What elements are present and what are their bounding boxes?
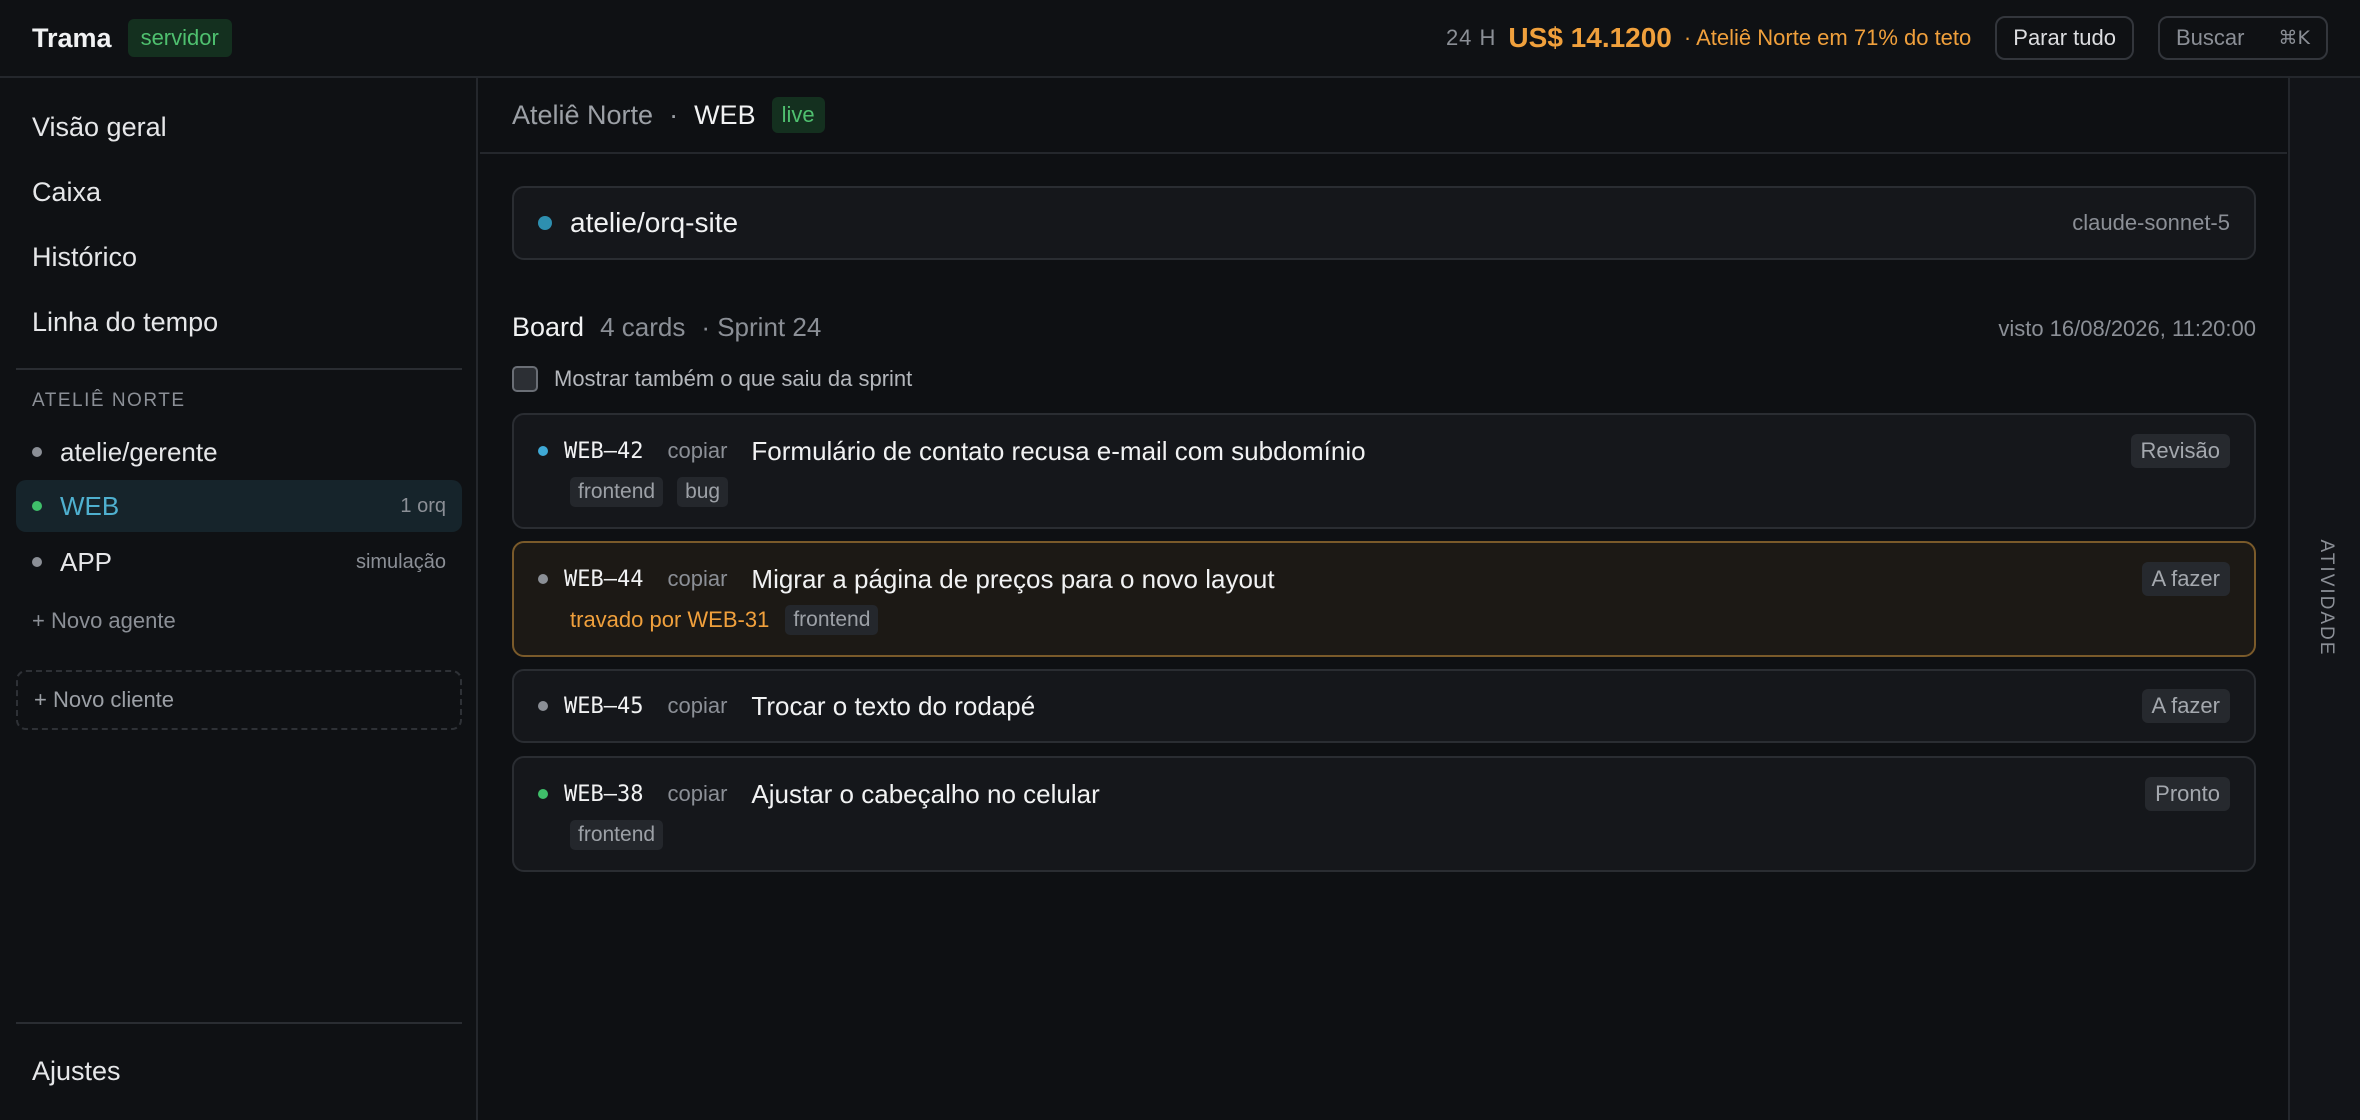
card-status-badge: A fazer (2141, 562, 2230, 596)
top-bar: Trama servidor 24 H US$ 14.1200 · Ateliê… (0, 0, 2360, 78)
card-tag: frontend (570, 477, 664, 507)
card-id: WEB–45 (564, 693, 644, 719)
copy-id-button[interactable]: copiar (667, 566, 727, 592)
breadcrumb-current: WEB (694, 99, 756, 130)
card-status-dot (538, 574, 548, 584)
card-header-row: WEB–38 copiar Ajustar o cabeçalho no cel… (538, 758, 2230, 830)
agent-status-dot (32, 447, 42, 457)
budget-warning: · Ateliê Norte em 71% do teto (1683, 25, 1972, 50)
client-section-label: ATELIÊ NORTE (32, 390, 186, 411)
environment-badge: servidor (127, 19, 232, 57)
copy-id-button[interactable]: copiar (667, 438, 727, 464)
card-status-dot (538, 446, 548, 456)
show-left-sprint-checkbox[interactable] (512, 366, 538, 392)
sidebar-divider (16, 1022, 462, 1024)
card-id: WEB–44 (564, 566, 644, 592)
breadcrumb: Ateliê Norte · WEB live (480, 78, 2287, 154)
board-card-web-44[interactable]: WEB–44 copiar Migrar a página de preços … (512, 541, 2256, 657)
show-left-sprint-toggle[interactable]: Mostrar também o que saiu da sprint (512, 366, 912, 392)
board-card-web-45[interactable]: WEB–45 copiar Trocar o texto do rodapé A… (512, 669, 2256, 743)
search-button[interactable]: Buscar ⌘K (2158, 16, 2328, 60)
card-id: WEB–42 (564, 438, 644, 464)
nav-item-inbox[interactable]: Caixa (32, 177, 101, 208)
repo-card[interactable]: atelie/orq-site claude-sonnet-5 (512, 186, 2256, 260)
stop-all-button[interactable]: Parar tudo (1995, 16, 2134, 60)
nav-item-overview[interactable]: Visão geral (32, 112, 167, 143)
card-tag: frontend (785, 605, 879, 635)
nav-item-settings[interactable]: Ajustes (32, 1056, 121, 1087)
sidebar: Visão geral Caixa Histórico Linha do tem… (0, 78, 478, 1120)
top-bar-right: 24 H US$ 14.1200 · Ateliê Norte em 71% d… (1446, 16, 2328, 60)
live-badge: live (771, 97, 825, 133)
copy-id-button[interactable]: copiar (667, 693, 727, 719)
copy-id-button[interactable]: copiar (667, 781, 727, 807)
repo-model: claude-sonnet-5 (2072, 210, 2230, 235)
board-last-seen: visto 16/08/2026, 11:20:00 (1998, 316, 2256, 341)
nav-item-history[interactable]: Histórico (32, 242, 137, 273)
blocked-by-link[interactable]: travado por WEB-31 (570, 607, 769, 633)
new-agent-link[interactable]: + Novo agente (32, 608, 176, 634)
repo-status-dot (538, 216, 552, 230)
sidebar-divider (16, 368, 462, 370)
card-title: Formulário de contato recusa e-mail com … (751, 435, 1366, 466)
sidebar-agent-app[interactable]: APP simulação (16, 536, 462, 588)
card-status-dot (538, 789, 548, 799)
card-tags: frontend bug (570, 477, 742, 507)
board-header: Board 4 cards · Sprint 24 visto 16/08/20… (512, 312, 2256, 343)
card-status-dot (538, 701, 548, 711)
card-header-row: WEB–45 copiar Trocar o texto do rodapé A… (538, 671, 2230, 741)
sidebar-agent-gerente[interactable]: atelie/gerente (16, 426, 462, 478)
agent-status-dot (32, 501, 42, 511)
cost-value: US$ 14.1200 (1508, 22, 1672, 53)
card-id: WEB–38 (564, 781, 644, 807)
activity-label: ATIVIDADE (2316, 539, 2337, 657)
cost-window-label: 24 H (1445, 25, 1497, 50)
repo-name: atelie/orq-site (570, 207, 739, 238)
nav-item-timeline[interactable]: Linha do tempo (32, 307, 218, 338)
breadcrumb-separator: · (669, 99, 679, 130)
board-card-web-42[interactable]: WEB–42 copiar Formulário de contato recu… (512, 413, 2256, 529)
card-title: Migrar a página de preços para o novo la… (751, 563, 1275, 594)
board-sprint: · Sprint 24 (701, 312, 822, 342)
card-tag: bug (677, 477, 729, 507)
board-card-web-38[interactable]: WEB–38 copiar Ajustar o cabeçalho no cel… (512, 756, 2256, 872)
card-tags: travado por WEB-31 frontend (570, 605, 892, 635)
card-tags: frontend (570, 820, 677, 850)
search-button-label: Buscar (2176, 25, 2245, 50)
agent-name: atelie/gerente (60, 436, 218, 467)
board-card-count: 4 cards (600, 312, 686, 342)
card-tag: frontend (570, 820, 664, 850)
breadcrumb-client[interactable]: Ateliê Norte (512, 100, 653, 131)
card-status-badge: Pronto (2145, 777, 2230, 811)
app-brand: Trama (32, 22, 112, 53)
agent-name: WEB (60, 490, 120, 521)
search-shortcut: ⌘K (2278, 27, 2310, 49)
sidebar-agent-web[interactable]: WEB 1 orq (16, 480, 462, 532)
card-header-row: WEB–42 copiar Formulário de contato recu… (538, 415, 2230, 487)
agent-name: APP (60, 546, 113, 577)
agent-meta: 1 orq (400, 494, 446, 517)
activity-panel-toggle[interactable]: ATIVIDADE (2288, 78, 2360, 1120)
card-status-badge: A fazer (2141, 689, 2230, 723)
board-title: Board (512, 312, 585, 342)
agent-meta: simulação (355, 550, 446, 573)
card-title: Trocar o texto do rodapé (751, 690, 1036, 721)
new-client-button[interactable]: + Novo cliente (16, 670, 462, 730)
agent-status-dot (32, 557, 42, 567)
card-title: Ajustar o cabeçalho no celular (751, 778, 1100, 809)
card-status-badge: Revisão (2130, 434, 2230, 468)
show-left-sprint-label: Mostrar também o que saiu da sprint (554, 366, 913, 391)
